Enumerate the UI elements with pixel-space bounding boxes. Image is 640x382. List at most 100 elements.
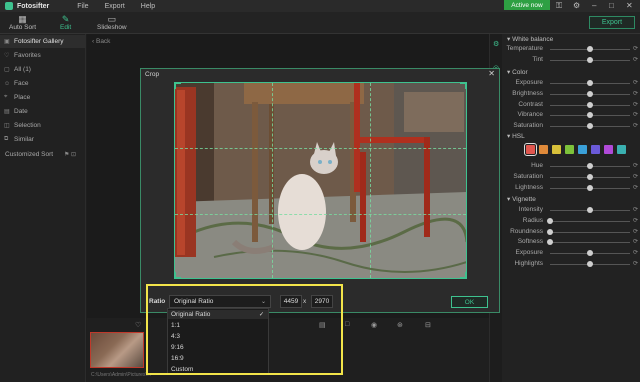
sidebar-item-selection[interactable]: ◫ Selection bbox=[0, 119, 86, 132]
sidebar-item-face[interactable]: ☺ Face bbox=[0, 77, 86, 90]
ratio-option-9-16[interactable]: 9:16 bbox=[168, 343, 268, 352]
slider-knob[interactable] bbox=[547, 228, 553, 235]
menu-export[interactable]: Export bbox=[105, 3, 125, 10]
gear-icon[interactable]: ⚙ bbox=[573, 1, 580, 10]
back-button[interactable]: ‹ Back bbox=[92, 38, 110, 45]
slider-knob[interactable] bbox=[587, 112, 593, 119]
slider-white-balance-tint[interactable]: Tint ⟳ bbox=[502, 55, 640, 65]
hsl-swatch[interactable] bbox=[604, 145, 613, 154]
slider-color-exposure[interactable]: Exposure ⟳ bbox=[502, 78, 640, 88]
reset-icon[interactable]: ⟳ bbox=[633, 238, 638, 245]
crop-frame[interactable] bbox=[174, 82, 467, 279]
slider-hsl-lightness[interactable]: Lightness ⟳ bbox=[502, 183, 640, 193]
slider-track[interactable] bbox=[550, 242, 630, 244]
slider-color-vibrance[interactable]: Vibrance ⟳ bbox=[502, 110, 640, 120]
sidebar-item-favorites[interactable]: ♡ Favorites bbox=[0, 49, 86, 62]
reset-icon[interactable]: ⟳ bbox=[633, 111, 638, 118]
reset-icon[interactable]: ⟳ bbox=[633, 162, 638, 169]
ratio-select[interactable]: Original Ratio ⌄ bbox=[169, 295, 271, 308]
slider-knob[interactable] bbox=[587, 101, 593, 108]
hsl-swatch[interactable] bbox=[617, 145, 626, 154]
hsl-swatch[interactable] bbox=[565, 145, 574, 154]
reset-icon[interactable]: ⟳ bbox=[633, 228, 638, 235]
reset-icon[interactable]: ⟳ bbox=[633, 217, 638, 224]
hsl-swatch[interactable] bbox=[591, 145, 600, 154]
reset-icon[interactable]: ⟳ bbox=[633, 260, 638, 267]
slider-vignette-softness[interactable]: Softness ⟳ bbox=[502, 237, 640, 247]
slider-hsl-saturation[interactable]: Saturation ⟳ bbox=[502, 172, 640, 182]
ratio-option-custom[interactable]: Custom bbox=[168, 365, 268, 374]
vignette-header[interactable]: ▾ Vignette bbox=[507, 195, 536, 203]
sidebar-item-all[interactable]: ▢ All (1) bbox=[0, 63, 86, 76]
slider-track[interactable] bbox=[550, 231, 630, 233]
slider-vignette-highlights[interactable]: Highlights ⟳ bbox=[502, 259, 640, 269]
slider-knob[interactable] bbox=[587, 80, 593, 86]
export-button[interactable]: Export bbox=[589, 16, 635, 29]
minimize-icon[interactable]: – bbox=[592, 1, 596, 10]
ratio-option-original[interactable]: Original Ratio ✓ bbox=[168, 310, 268, 319]
rotate-icon[interactable]: □ bbox=[345, 321, 349, 328]
slider-knob[interactable] bbox=[587, 207, 593, 213]
close-icon[interactable]: ✕ bbox=[626, 1, 633, 10]
slider-vignette-intensity[interactable]: Intensity ⟳ bbox=[502, 205, 640, 215]
reset-icon[interactable]: ⟳ bbox=[633, 122, 638, 129]
ratio-option-4-3[interactable]: 4:3 bbox=[168, 332, 268, 341]
maximize-icon[interactable]: □ bbox=[609, 1, 614, 10]
active-now-button[interactable]: Active now bbox=[504, 0, 550, 10]
slider-white-balance-temperature[interactable]: Temperature ⟳ bbox=[502, 44, 640, 54]
hsl-header[interactable]: ▾ HSL bbox=[507, 132, 525, 140]
reset-icon[interactable]: ⟳ bbox=[633, 56, 638, 63]
slider-color-brightness[interactable]: Brightness ⟳ bbox=[502, 89, 640, 99]
eye-icon[interactable]: ◉ bbox=[371, 321, 377, 329]
slider-vignette-radius[interactable]: Radius ⟳ bbox=[502, 216, 640, 226]
hsl-swatch[interactable] bbox=[524, 143, 537, 156]
slider-knob[interactable] bbox=[587, 56, 593, 63]
redo-icon[interactable]: ⊛ bbox=[397, 321, 403, 329]
edit-button[interactable]: ✎ Edit bbox=[60, 14, 71, 31]
photo-thumbnail[interactable] bbox=[90, 332, 144, 368]
slider-color-saturation[interactable]: Saturation ⟳ bbox=[502, 121, 640, 131]
auto-sort-button[interactable]: ▦ Auto Sort bbox=[9, 14, 36, 31]
reset-icon[interactable]: ⟳ bbox=[633, 249, 638, 256]
height-input[interactable]: 2970 bbox=[311, 295, 333, 308]
heart-icon[interactable]: ♡ bbox=[135, 321, 141, 329]
adjust-icon[interactable]: ⚙ bbox=[493, 40, 499, 48]
slider-knob[interactable] bbox=[587, 90, 593, 97]
close-icon[interactable]: ✕ bbox=[488, 69, 495, 78]
reset-icon[interactable]: ⟳ bbox=[633, 206, 638, 213]
hsl-swatch[interactable] bbox=[578, 145, 587, 154]
ratio-option-16-9[interactable]: 16:9 bbox=[168, 354, 268, 363]
crop-handle[interactable] bbox=[174, 272, 181, 279]
menu-help[interactable]: Help bbox=[141, 3, 155, 10]
slider-color-contrast[interactable]: Contrast ⟳ bbox=[502, 100, 640, 110]
slider-knob[interactable] bbox=[587, 163, 593, 169]
ratio-option-1-1[interactable]: 1:1 bbox=[168, 321, 268, 330]
slider-knob[interactable] bbox=[587, 123, 593, 130]
reset-icon[interactable]: ⟳ bbox=[633, 90, 638, 97]
slider-hsl-hue[interactable]: Hue ⟳ bbox=[502, 161, 640, 171]
sidebar-item-date[interactable]: ▤ Date bbox=[0, 105, 86, 118]
slider-knob[interactable] bbox=[587, 184, 593, 191]
slider-vignette-roundness[interactable]: Roundness ⟳ bbox=[502, 227, 640, 237]
crop-handle[interactable] bbox=[460, 82, 467, 89]
width-input[interactable]: 4459 bbox=[280, 295, 302, 308]
crop-handle[interactable] bbox=[460, 272, 467, 279]
slideshow-button[interactable]: ▭ Slideshow bbox=[97, 14, 127, 31]
reset-icon[interactable]: ⟳ bbox=[633, 101, 638, 108]
reset-icon[interactable]: ⟳ bbox=[633, 173, 638, 180]
hsl-swatch[interactable] bbox=[552, 145, 561, 154]
reset-icon[interactable]: ⟳ bbox=[633, 45, 638, 52]
reset-icon[interactable]: ⟳ bbox=[633, 79, 638, 86]
color-header[interactable]: ▾ Color bbox=[507, 68, 528, 76]
menu-file[interactable]: File bbox=[77, 3, 88, 10]
hsl-swatch[interactable] bbox=[539, 145, 548, 154]
crop-handle[interactable] bbox=[174, 82, 181, 89]
slider-knob[interactable] bbox=[587, 250, 593, 257]
sidebar-item-gallery[interactable]: ▣ Fotosifter Gallery bbox=[0, 35, 86, 48]
compare-icon[interactable]: ⊟ bbox=[425, 321, 431, 329]
slider-knob[interactable] bbox=[587, 46, 593, 52]
crop-icon[interactable]: ▤ bbox=[319, 321, 326, 329]
ok-button[interactable]: OK bbox=[451, 296, 488, 308]
sidebar-item-place[interactable]: ⌖ Place bbox=[0, 91, 86, 104]
reset-icon[interactable]: ⟳ bbox=[633, 184, 638, 191]
